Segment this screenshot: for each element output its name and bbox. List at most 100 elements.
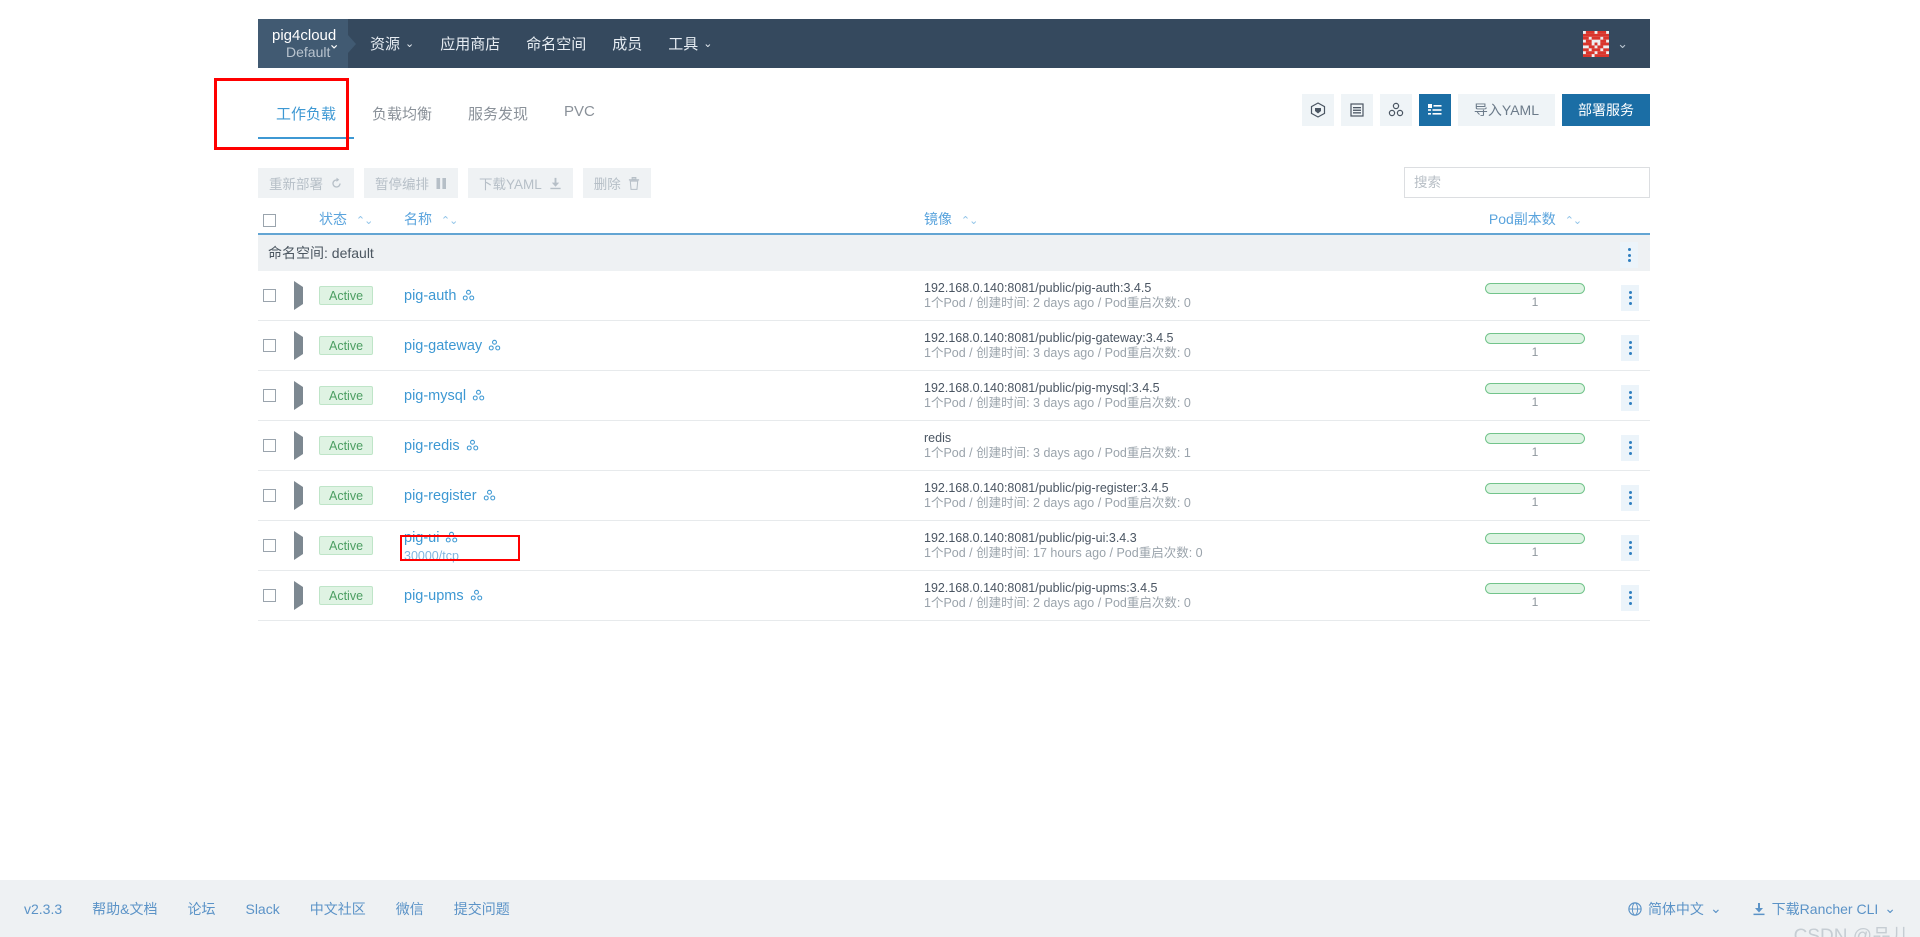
cube-view-icon-button[interactable] — [1301, 94, 1334, 126]
image-meta: 1个Pod / 创建时间: 3 days ago / Pod重启次数: 1 — [924, 445, 1191, 460]
header-name[interactable]: 名称 ⌃⌄ — [404, 209, 924, 229]
status-badge: Active — [319, 336, 374, 355]
user-menu[interactable]: ⌄ — [1583, 19, 1650, 68]
nav-item-namespaces[interactable]: 命名空间 — [526, 33, 586, 54]
row-kebab-menu[interactable] — [1621, 534, 1639, 561]
tab-pvc[interactable]: PVC — [546, 92, 613, 139]
row-checkbox[interactable] — [263, 588, 276, 602]
image-meta: 1个Pod / 创建时间: 2 days ago / Pod重启次数: 0 — [924, 595, 1191, 610]
refresh-icon — [330, 177, 343, 190]
grouped-list-view-icon-button[interactable] — [1418, 94, 1451, 126]
status-badge: Active — [319, 286, 374, 305]
namespace-group-menu[interactable] — [1620, 238, 1650, 268]
row-checkbox[interactable] — [263, 488, 276, 502]
status-badge: Active — [319, 536, 374, 555]
row-checkbox[interactable] — [263, 538, 276, 552]
download-cli-selector[interactable]: 下载Rancher CLI ⌄ — [1752, 899, 1896, 919]
row-name-cell: pig-upms — [404, 587, 924, 605]
nav-item-tools[interactable]: 工具 ⌄ — [668, 33, 712, 54]
nav-item-app-store[interactable]: 应用商店 — [440, 33, 500, 54]
footer-link[interactable]: 微信 — [396, 899, 424, 919]
footer-link[interactable]: 帮助&文档 — [92, 899, 157, 919]
row-kebab-menu[interactable] — [1621, 434, 1639, 461]
workload-name-link[interactable]: pig-mysql — [404, 388, 485, 404]
expand-triangle-icon[interactable] — [294, 430, 303, 460]
redeploy-button[interactable]: 重新部署 — [258, 168, 354, 198]
header-image[interactable]: 镜像 ⌃⌄ — [924, 209, 1460, 229]
workload-name-label: pig-ui — [404, 529, 440, 546]
expand-triangle-icon[interactable] — [294, 580, 303, 610]
row-kebab-menu[interactable] — [1621, 334, 1639, 361]
image-meta: 1个Pod / 创建时间: 3 days ago / Pod重启次数: 0 — [924, 345, 1191, 360]
table-row[interactable]: Active pig-ui 30000/tcp 192.168.0.140:8081/… — [258, 521, 1650, 571]
deploy-service-button[interactable]: 部署服务 — [1562, 94, 1650, 126]
header-state[interactable]: 状态 ⌃⌄ — [319, 209, 404, 229]
row-select-cell — [258, 537, 294, 555]
workload-name-link[interactable]: pig-upms — [404, 588, 483, 604]
chevron-down-icon: ⌄ — [1884, 900, 1896, 916]
expand-triangle-icon[interactable] — [294, 280, 303, 310]
nav-menu: 资源 ⌄ 应用商店 命名空间 成员 工具 ⌄ — [356, 19, 713, 68]
tab-load-balancing[interactable]: 负载均衡 — [354, 92, 450, 139]
row-kebab-menu[interactable] — [1621, 284, 1639, 311]
pod-scale-bar — [1485, 532, 1585, 544]
row-checkbox[interactable] — [263, 438, 276, 452]
import-yaml-button[interactable]: 导入YAML — [1457, 94, 1555, 126]
list-view-icon-button[interactable] — [1340, 94, 1373, 126]
table-row[interactable]: Active pig-gateway 192.168.0.140:8081/publ… — [258, 321, 1650, 371]
workload-name-link[interactable]: pig-redis — [404, 438, 479, 454]
chevron-down-icon: ⌄ — [1709, 900, 1722, 916]
search-input[interactable] — [1404, 167, 1650, 198]
tab-service-discovery[interactable]: 服务发现 — [450, 92, 546, 139]
table-row[interactable]: Active pig-register 192.168.0.140:8081/pub… — [258, 471, 1650, 521]
cluster-icon — [488, 339, 501, 351]
row-kebab-menu[interactable] — [1621, 384, 1639, 411]
nav-item-members[interactable]: 成员 — [612, 33, 642, 54]
row-checkbox[interactable] — [263, 288, 276, 302]
expand-triangle-icon[interactable] — [294, 480, 303, 510]
footer-link[interactable]: Slack — [245, 901, 279, 917]
cluster-view-icon-button[interactable] — [1379, 94, 1412, 126]
status-badge: Active — [319, 586, 374, 605]
project-selector[interactable]: pig4cloud Default ⌄ — [258, 19, 348, 68]
image-name: redis — [924, 430, 952, 445]
pod-scale-bar — [1485, 282, 1585, 294]
download-yaml-button[interactable]: 下载YAML — [468, 168, 573, 198]
row-checkbox[interactable] — [263, 388, 276, 402]
pause-orchestration-button[interactable]: 暂停编排 — [364, 168, 458, 198]
workload-name-link[interactable]: pig-ui — [404, 530, 458, 546]
row-name-cell: pig-ui 30000/tcp — [404, 529, 924, 563]
pause-icon — [436, 177, 447, 190]
table-row[interactable]: Active pig-mysql 192.168.0.140:8081/public… — [258, 371, 1650, 421]
table-row[interactable]: Active pig-upms 192.168.0.140:8081/public/… — [258, 571, 1650, 621]
expand-triangle-icon[interactable] — [294, 330, 303, 360]
footer-link[interactable]: 论坛 — [187, 899, 215, 919]
tab-workloads[interactable]: 工作负载 — [258, 92, 355, 139]
row-state-cell: Active — [319, 386, 404, 405]
expand-triangle-icon[interactable] — [294, 530, 303, 560]
delete-button[interactable]: 删除 — [582, 168, 651, 198]
header-pods[interactable]: Pod副本数 ⌃⌄ — [1460, 209, 1610, 229]
chevron-down-icon: ⌄ — [703, 38, 713, 50]
expand-triangle-icon[interactable] — [294, 380, 303, 410]
workload-name-link[interactable]: pig-gateway — [404, 338, 501, 354]
row-kebab-menu[interactable] — [1621, 484, 1639, 511]
kebab-menu-icon — [1620, 242, 1638, 268]
footer-link[interactable]: v2.3.3 — [24, 901, 62, 917]
image-name: 192.168.0.140:8081/public/pig-ui:3.4.3 — [924, 530, 1137, 545]
workload-port-link[interactable]: 30000/tcp — [404, 549, 924, 563]
footer-link[interactable]: 中文社区 — [310, 899, 366, 919]
nav-item-label: 资源 — [370, 36, 401, 53]
table-row[interactable]: Active pig-auth 192.168.0.140:8081/public/… — [258, 271, 1650, 321]
footer-link[interactable]: 提交问题 — [454, 899, 510, 919]
language-selector[interactable]: 简体中文 ⌄ — [1628, 899, 1722, 919]
row-kebab-menu[interactable] — [1621, 584, 1639, 611]
table-row[interactable]: Active pig-redis redis 1个Pod / 创建时间: 3 days… — [258, 421, 1650, 471]
workload-name-link[interactable]: pig-auth — [404, 288, 475, 304]
workload-name-link[interactable]: pig-register — [404, 488, 496, 504]
nav-item-resources[interactable]: 资源 ⌄ — [370, 33, 414, 54]
select-all-checkbox[interactable] — [263, 213, 276, 227]
workload-name-label: pig-mysql — [404, 387, 467, 404]
breadcrumb-arrow — [348, 34, 356, 53]
row-checkbox[interactable] — [263, 338, 276, 352]
